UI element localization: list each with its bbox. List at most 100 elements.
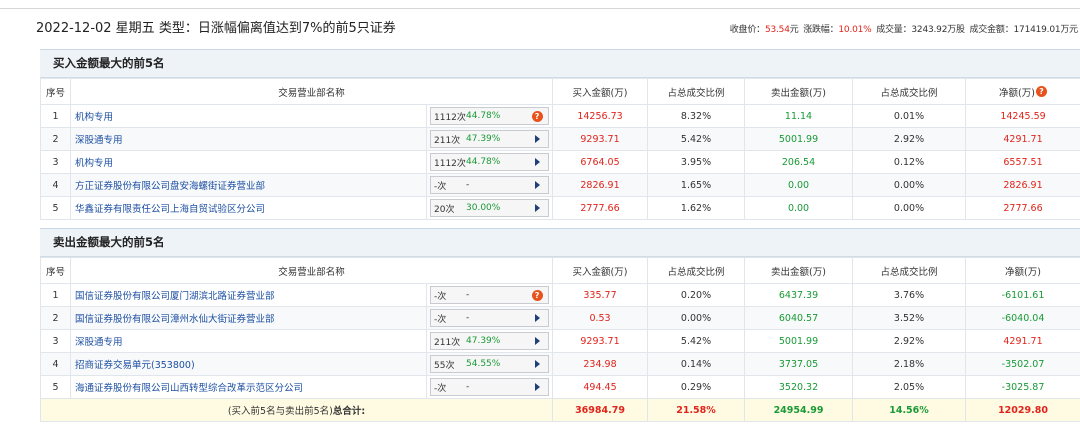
count-box[interactable]: 55次 54.55% <box>430 355 550 373</box>
count-box[interactable]: 1112次 44.78%? <box>430 107 550 125</box>
buy-ratio: 0.14% <box>647 352 746 376</box>
row-index: 3 <box>40 329 71 353</box>
net-amount: -6101.61 <box>965 283 1080 307</box>
trade-count: 20次 <box>434 204 455 215</box>
count-box[interactable]: 211次 47.39% <box>430 130 550 148</box>
trade-count: -次 <box>434 181 447 192</box>
amount-label: 成交金额： <box>969 25 1014 35</box>
branch-name-link[interactable]: 深股通专用 <box>70 127 427 151</box>
branch-name-link[interactable]: 国信证券股份有限公司厦门湖滨北路证券营业部 <box>70 283 427 307</box>
arrow-right-icon[interactable] <box>534 135 540 143</box>
count-box[interactable]: -次 - <box>430 309 550 327</box>
arrow-right-icon[interactable] <box>534 181 540 189</box>
branch-name-link[interactable]: 国信证券股份有限公司漳州水仙大街证券营业部 <box>70 306 427 330</box>
count-box[interactable]: 20次 30.00% <box>430 199 550 217</box>
table-row: 5 华鑫证券有限责任公司上海自贸试验区分公司 20次 30.00% 2777.66 1.6… <box>40 196 1080 220</box>
buy-table: 序号 交易营业部名称 买入金额(万) 占总成交比例 卖出金额(万) 占总成交比例… <box>40 78 1080 220</box>
buy-ratio: 1.65% <box>647 173 746 197</box>
question-icon[interactable]: ? <box>531 110 543 122</box>
table-row: 2 国信证券股份有限公司漳州水仙大街证券营业部 -次 - 0.53 0.00% 6040.5… <box>40 306 1080 330</box>
sell-ratio: 0.12% <box>852 150 967 174</box>
question-icon[interactable]: ? <box>531 289 543 301</box>
arrow-right-icon[interactable] <box>534 360 540 368</box>
win-rate: 54.55% <box>466 359 501 369</box>
win-rate: 44.78% <box>466 157 501 167</box>
win-rate: 47.39% <box>466 134 501 144</box>
col-buy-amount: 买入金额(万) <box>552 78 649 105</box>
buy-ratio: 0.20% <box>647 283 746 307</box>
buy-amount: 234.98 <box>552 352 649 376</box>
branch-name-link[interactable]: 海通证券股份有限公司山西转型综合改革示范区分公司 <box>70 375 427 399</box>
page-header: 2022-12-02 星期五 类型：日涨幅偏离值达到7%的前5只证券 收盘价：5… <box>36 13 1080 41</box>
arrow-right-icon[interactable] <box>534 158 540 166</box>
volume-value: 3243.92万股 <box>911 25 965 35</box>
count-cell: -次 - <box>425 375 554 399</box>
sell-table-header: 序号 交易营业部名称 买入金额(万) 占总成交比例 卖出金额(万) 占总成交比例… <box>40 257 1080 284</box>
count-box-icon-wrap: ? <box>526 287 548 303</box>
col-buy-amount: 买入金额(万) <box>552 257 649 284</box>
win-rate: - <box>466 382 470 392</box>
row-index: 1 <box>40 283 71 307</box>
table-row: 1 机构专用 1112次 44.78%? 14256.73 8.32% 11.14 0.01%… <box>40 104 1080 128</box>
win-rate: - <box>466 290 470 300</box>
trade-count: -次 <box>434 291 447 302</box>
count-box[interactable]: 211次 47.39% <box>430 332 550 350</box>
row-index: 2 <box>40 127 71 151</box>
count-cell: 211次 47.39% <box>425 329 554 353</box>
arrow-right-icon[interactable] <box>534 204 540 212</box>
question-icon[interactable]: ? <box>1035 86 1047 97</box>
arrow-right-icon[interactable] <box>534 337 540 345</box>
col-index: 序号 <box>40 78 71 105</box>
arrow-right-icon[interactable] <box>534 383 540 391</box>
buy-amount: 2777.66 <box>552 196 649 220</box>
buy-amount: 335.77 <box>552 283 649 307</box>
buy-amount: 6764.05 <box>552 150 649 174</box>
count-box[interactable]: -次 -? <box>430 286 550 304</box>
count-box-icon-wrap <box>526 333 548 349</box>
table-row: 3 机构专用 1112次 44.78% 6764.05 3.95% 206.54 0.12% 6… <box>40 150 1080 174</box>
count-cell: 1112次 44.78% <box>425 150 554 174</box>
net-amount: 6557.51 <box>965 150 1080 174</box>
count-cell: 211次 47.39% <box>425 127 554 151</box>
sell-ratio: 2.05% <box>852 375 967 399</box>
branch-name-link[interactable]: 机构专用 <box>70 150 427 174</box>
total-label-bold: 总合计: <box>332 406 366 417</box>
row-index: 5 <box>40 196 71 220</box>
sell-amount: 3737.05 <box>744 352 854 376</box>
branch-name-link[interactable]: 深股通专用 <box>70 329 427 353</box>
arrow-right-icon[interactable] <box>534 314 540 322</box>
buy-ratio: 0.29% <box>647 375 746 399</box>
col-buy-ratio: 占总成交比例 <box>647 78 746 105</box>
total-label: (买入前5名与卖出前5名)总合计: <box>39 398 554 422</box>
table-row: 4 方正证券股份有限公司盘安海螺街证券营业部 -次 -2826.91 1.65% 0.00… <box>40 173 1080 197</box>
table-row: 2 深股通专用 211次 47.39% 9293.71 5.42% 5001.99 2.92%… <box>40 127 1080 151</box>
net-amount: 14245.59 <box>965 104 1080 128</box>
net-amount: -6040.04 <box>965 306 1080 330</box>
stock-stats: 收盘价：53.54元 涨跌幅：10.01% 成交量：3243.92万股 成交金额… <box>730 22 1078 35</box>
row-index: 1 <box>40 104 71 128</box>
branch-name-link[interactable]: 招商证券交易单元(353800) <box>70 352 427 376</box>
buy-amount: 494.45 <box>552 375 649 399</box>
win-rate: 47.39% <box>466 336 501 346</box>
branch-name-link[interactable]: 机构专用 <box>70 104 427 128</box>
count-cell: -次 - <box>425 173 554 197</box>
change-label: 涨跌幅： <box>803 25 839 35</box>
count-box[interactable]: -次 - <box>430 176 550 194</box>
row-index: 2 <box>40 306 71 330</box>
close-price-unit: 元 <box>789 25 799 35</box>
count-cell: 20次 30.00% <box>425 196 554 220</box>
win-rate: 30.00% <box>466 203 501 213</box>
sell-amount: 206.54 <box>744 150 854 174</box>
buy-ratio: 5.42% <box>647 127 746 151</box>
count-cell: 55次 54.55% <box>425 352 554 376</box>
row-index: 4 <box>40 352 71 376</box>
count-box[interactable]: 1112次 44.78% <box>430 153 550 171</box>
win-rate: 44.78% <box>466 111 501 121</box>
net-amount: -3025.87 <box>965 375 1080 399</box>
total-sell-amount: 24954.99 <box>744 398 854 422</box>
branch-name-link[interactable]: 方正证券股份有限公司盘安海螺街证券营业部 <box>70 173 427 197</box>
branch-name-link[interactable]: 华鑫证券有限责任公司上海自贸试验区分公司 <box>70 196 427 220</box>
buy-ratio: 8.32% <box>647 104 746 128</box>
count-box-icon-wrap <box>526 177 548 193</box>
count-box[interactable]: -次 - <box>430 378 550 396</box>
